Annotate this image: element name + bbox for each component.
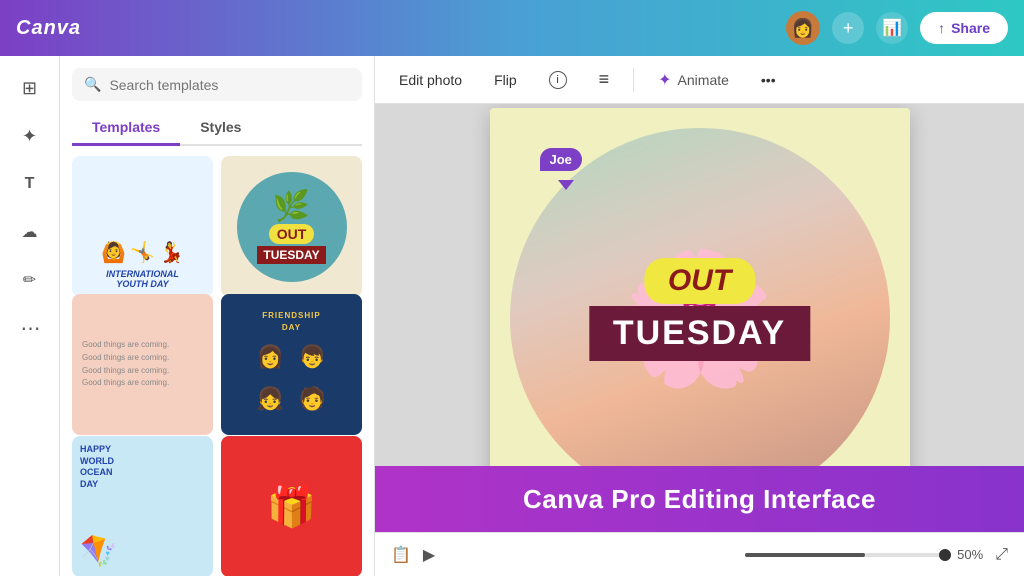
user-avatar[interactable]: 👩 <box>786 11 820 45</box>
share-button[interactable]: ↑ Share <box>920 12 1008 44</box>
templates-panel: 🔍 Templates Styles 🙆 🤸 💃 InternationalYo… <box>60 56 375 576</box>
share-icon: ↑ <box>938 20 945 36</box>
presentation-icon[interactable]: 📋 <box>391 545 411 565</box>
search-bar: 🔍 <box>60 56 374 101</box>
bubble-pointer <box>558 180 574 190</box>
add-collaborator-button[interactable]: + <box>832 12 864 44</box>
info-icon: i <box>549 71 567 89</box>
zoom-handle[interactable] <box>939 549 951 561</box>
elements-button[interactable]: ✦ <box>10 116 50 156</box>
design-out-label[interactable]: OUT <box>644 258 755 304</box>
friend-icon: 👧 <box>251 379 291 419</box>
grid-view-button[interactable]: ⊞ <box>10 68 50 108</box>
apps-button[interactable]: ⋯ <box>10 308 50 348</box>
align-button[interactable]: ≡ <box>591 65 618 94</box>
good-things-label: Good things are coming. Good things are … <box>82 339 169 390</box>
templates-grid: 🙆 🤸 💃 InternationalYouth Day 🌿 OUT TUESD… <box>60 146 374 576</box>
flip-button[interactable]: Flip <box>486 68 525 92</box>
bottom-bar: 📋 ▶ 50% ⤢ <box>375 532 1024 576</box>
more-options-button[interactable]: ••• <box>753 68 784 92</box>
more-icon: ••• <box>761 72 776 88</box>
tuesday-out-label: OUT <box>269 224 315 244</box>
promo-banner: Canva Pro Editing Interface <box>375 466 1024 532</box>
toolbar-divider <box>633 68 634 92</box>
canvas-design: 🌸 OUT TUESDAY Joe <box>490 108 910 528</box>
template-card-good-things[interactable]: Good things are coming. Good things are … <box>72 294 213 435</box>
template-card-tuesday[interactable]: 🌿 OUT TUESDAY <box>221 156 362 297</box>
zoom-fill <box>745 553 865 557</box>
analytics-icon: 📊 <box>882 18 902 38</box>
zoom-slider[interactable] <box>745 553 945 557</box>
youth-people: 🙆 🤸 💃 <box>101 240 184 265</box>
promo-text: Canva Pro Editing Interface <box>523 484 876 515</box>
gift-icon: 🎁 <box>267 483 317 530</box>
app-header: Canva 👩 + 📊 ↑ Share <box>0 0 1024 56</box>
friend-icon: 👦 <box>293 337 333 377</box>
search-input[interactable] <box>109 77 350 93</box>
play-button[interactable]: ▶ <box>423 545 435 565</box>
sidebar-icons: ⊞ ✦ T ☁ ✏ ⋯ <box>0 56 60 576</box>
animate-icon: ✦ <box>658 70 671 90</box>
draw-button[interactable]: ✏ <box>10 260 50 300</box>
analytics-button[interactable]: 📊 <box>876 12 908 44</box>
align-icon: ≡ <box>599 69 610 90</box>
template-card-youth[interactable]: 🙆 🤸 💃 InternationalYouth Day <box>72 156 213 297</box>
search-icon: 🔍 <box>84 76 101 93</box>
text-button[interactable]: T <box>10 164 50 204</box>
edit-photo-button[interactable]: Edit photo <box>391 68 470 92</box>
fullscreen-button[interactable]: ⤢ <box>995 546 1008 564</box>
upload-button[interactable]: ☁ <box>10 212 50 252</box>
tuesday-circle: 🌿 OUT TUESDAY <box>237 172 347 282</box>
flip-label: Flip <box>494 72 517 88</box>
person-icon: 🤸 <box>130 240 155 265</box>
design-tuesday-label[interactable]: TUESDAY <box>589 306 810 361</box>
friend-icon: 🧑 <box>293 379 333 419</box>
tab-templates[interactable]: Templates <box>72 111 180 146</box>
template-card-gift[interactable]: 🎁 <box>221 436 362 576</box>
collaborator-name: Joe <box>550 152 572 167</box>
ocean-label: HAPPYWORLDOCEANDAY <box>80 444 114 491</box>
kite-icon: 🪁 <box>80 534 117 569</box>
collaborator-bubble: Joe <box>540 148 582 171</box>
tab-bar: Templates Styles <box>72 111 362 146</box>
tuesday-day-label: TUESDAY <box>257 246 325 264</box>
person-icon: 🙆 <box>101 240 126 265</box>
zoom-label: 50% <box>957 547 983 562</box>
animate-button[interactable]: ✦ Animate <box>650 66 737 94</box>
search-input-wrapper: 🔍 <box>72 68 362 101</box>
edit-photo-label: Edit photo <box>399 72 462 88</box>
friendship-label: FRIENDSHIPDAY <box>262 310 320 332</box>
tab-styles[interactable]: Styles <box>180 111 261 146</box>
friend-icon: 👩 <box>251 337 291 377</box>
friendship-people: 👩 👦 👧 🧑 <box>251 337 333 419</box>
canva-logo: Canva <box>16 17 81 40</box>
youth-label: InternationalYouth Day <box>106 269 179 289</box>
canvas-toolbar: Edit photo Flip i ≡ ✦ Animate ••• <box>375 56 1024 104</box>
template-card-ocean[interactable]: HAPPYWORLDOCEANDAY 🪁 <box>72 436 213 576</box>
animate-label: Animate <box>678 72 729 88</box>
template-card-friendship[interactable]: FRIENDSHIPDAY 👩 👦 👧 🧑 <box>221 294 362 435</box>
info-button[interactable]: i <box>541 67 575 93</box>
person-icon: 💃 <box>159 240 184 265</box>
